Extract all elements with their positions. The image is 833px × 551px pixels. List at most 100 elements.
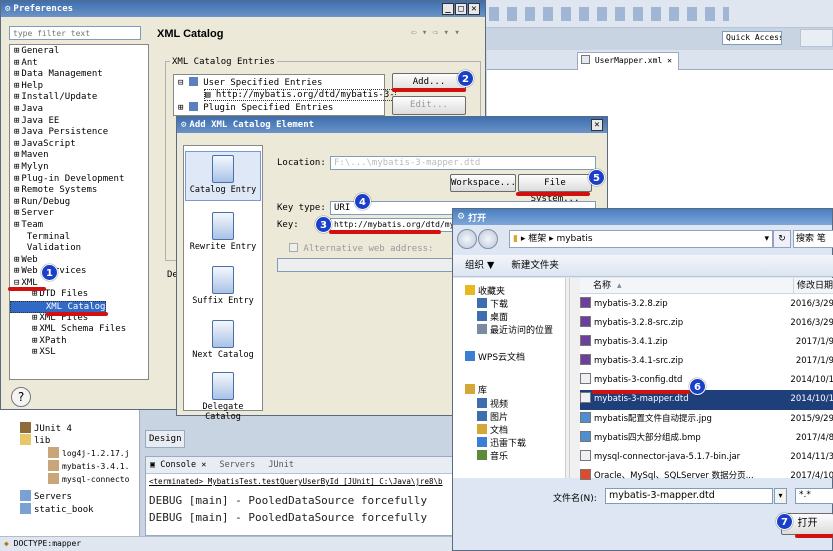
expand-icon[interactable]: ⊞ [32, 336, 37, 346]
pref-tree-item[interactable]: ⊞ Java EE [10, 116, 148, 128]
file-row[interactable]: Oracle、MySql、SQLServer 数据分页... 2017/4/10 [577, 467, 833, 486]
quick-access-input[interactable]: Quick Access [722, 31, 782, 45]
nav-item[interactable]: 视频 [477, 397, 508, 410]
pref-tree-item[interactable]: ⊞ Ant [10, 58, 148, 70]
tree-item-static-book[interactable]: static_book [20, 503, 94, 515]
pref-tree-item[interactable]: Terminal [10, 232, 148, 244]
pref-tree-item[interactable]: ⊞ Java [10, 104, 148, 116]
file-row[interactable]: mybatis-3.2.8-src.zip 2016/3/29 [577, 314, 833, 333]
refresh-button[interactable]: ↻ [773, 230, 791, 248]
pref-tree-item[interactable]: ⊞ Help [10, 81, 148, 93]
expand-icon[interactable]: ⊞ [14, 150, 19, 160]
nav-item[interactable]: 图片 [477, 410, 508, 423]
catalog-sidebar-item[interactable]: Delegate Catalog [185, 369, 261, 422]
file-row[interactable]: mybatis-3.2.8.zip 2016/3/29 [577, 295, 833, 314]
expand-icon[interactable]: ⊞ [14, 255, 19, 265]
close-button[interactable]: ✕ [591, 119, 603, 131]
files-scrollbar[interactable] [569, 278, 580, 478]
address-bar[interactable]: ▮ ▸ 框架 ▸ mybatis ▾ [509, 230, 773, 248]
location-field[interactable]: F:\...\mybatis-3-mapper.dtd [330, 156, 596, 170]
expand-icon[interactable]: ⊞ [14, 81, 19, 91]
catalog-sidebar-item[interactable]: Catalog Entry [185, 151, 261, 201]
nav-item[interactable]: WPS云文档 [465, 350, 525, 363]
pref-tree-item[interactable]: ⊞ Plug-in Development [10, 174, 148, 186]
perspective-icons[interactable] [800, 29, 833, 47]
filename-input[interactable]: mybatis-3-mapper.dtd [605, 488, 773, 504]
edit-button[interactable]: Edit... [392, 96, 466, 115]
expand-icon[interactable]: ⊞ [14, 92, 19, 102]
pref-tree-item[interactable]: ⊞ Team [10, 220, 148, 232]
search-box[interactable]: 搜索 笔 [793, 230, 833, 248]
pref-tree-item[interactable]: ⊞ General [10, 46, 148, 58]
pref-tree-item[interactable]: ⊞ Run/Debug [10, 197, 148, 209]
nav-item[interactable]: 下载 [477, 297, 508, 310]
organize-button[interactable]: 组织 ▼ [465, 260, 494, 271]
nav-item[interactable]: 最近访问的位置 [477, 323, 553, 336]
workspace-button[interactable]: Workspace... [450, 174, 516, 192]
pref-tree-item[interactable]: ⊞ Java Persistence [10, 127, 148, 139]
filter-input[interactable] [9, 26, 141, 40]
expand-icon[interactable]: ⊞ [14, 69, 19, 79]
pref-tree-item[interactable]: ⊞ Web Services [10, 266, 148, 278]
expand-icon[interactable]: ⊞ [14, 127, 19, 137]
expand-icon[interactable]: ⊞ [14, 139, 19, 149]
pref-tree-item[interactable]: ⊞ Maven [10, 150, 148, 162]
expand-icon[interactable]: ⊞ [14, 104, 19, 114]
catalog-sidebar-item[interactable]: Rewrite Entry [185, 209, 261, 259]
expand-icon[interactable] [14, 232, 25, 242]
pref-tree-item[interactable]: ⊞ JavaScript [10, 139, 148, 151]
catalog-sidebar-item[interactable]: Suffix Entry [185, 263, 261, 313]
editor-tab[interactable]: UserMapper.xml ✕ [577, 52, 679, 70]
expand-icon[interactable]: ⊞ [32, 347, 37, 357]
file-type-filter[interactable]: *.* [795, 488, 833, 504]
pref-tree-item[interactable]: ⊞ Remote Systems [10, 185, 148, 197]
tree-item-user-entries[interactable]: ⊟ User Specified Entries [178, 77, 322, 88]
pref-tree-item[interactable]: ⊞ XML Schema Files [10, 324, 148, 336]
file-row[interactable]: mybatis四大部分组成.bmp 2017/4/8 [577, 429, 833, 448]
nav-item[interactable]: 音乐 [477, 449, 508, 462]
minimize-button[interactable]: _ [442, 3, 454, 15]
file-system-button[interactable]: File System... [518, 174, 592, 204]
toolbar-icons[interactable] [489, 7, 729, 21]
expand-icon[interactable]: ⊞ [14, 266, 19, 276]
tab-junit[interactable]: JUnit [268, 460, 294, 470]
pref-tree-item[interactable]: ⊞ Mylyn [10, 162, 148, 174]
close-icon[interactable]: ✕ [667, 56, 672, 65]
design-tab[interactable]: Design [145, 430, 185, 448]
file-row[interactable]: mybatis-3.4.1.zip 2017/1/9 [577, 333, 833, 352]
new-folder-button[interactable]: 新建文件夹 [511, 260, 559, 271]
pref-tree-item[interactable]: Validation [10, 243, 148, 255]
pref-tree-item[interactable]: ⊞ Install/Update [10, 92, 148, 104]
pref-tree-item[interactable]: ⊞ Web [10, 255, 148, 267]
expand-icon[interactable]: ⊞ [14, 46, 19, 56]
tree-item-plugin-entries[interactable]: ⊞ Plugin Specified Entries [178, 102, 333, 113]
catalog-sidebar-item[interactable]: Next Catalog [185, 317, 261, 367]
tree-item-lib[interactable]: lib [20, 434, 50, 446]
nav-item[interactable]: 库 [465, 383, 487, 396]
col-name-header[interactable]: 名称 [593, 278, 611, 294]
col-date-header[interactable]: 修改日期 [793, 278, 833, 294]
nav-item[interactable]: 桌面 [477, 310, 508, 323]
expand-icon[interactable] [33, 302, 44, 312]
expand-icon[interactable] [14, 243, 25, 253]
file-row[interactable]: mysql-connector-java-5.1.7-bin.jar 2014/1… [577, 448, 833, 467]
tab-servers[interactable]: Servers [219, 460, 255, 470]
tree-item-mybatis-uri[interactable]: ▤ http://mybatis.org/dtd/mybatis-3- [204, 89, 396, 101]
forward-button[interactable] [478, 229, 498, 249]
tree-item-log4j[interactable]: log4j-1.2.17.j [48, 447, 129, 458]
file-row[interactable]: mybatis-3.4.1-src.zip 2017/1/9 [577, 352, 833, 371]
tree-item-mysql-jar[interactable]: mysql-connecto [48, 473, 129, 484]
expand-icon[interactable]: ⊞ [14, 58, 19, 68]
pref-tree-item[interactable]: ⊞ Data Management [10, 69, 148, 81]
close-button[interactable]: ✕ [468, 3, 480, 15]
pref-tree-item[interactable]: ⊞ XPath [10, 336, 148, 348]
nav-item[interactable]: 迅雷下载 [477, 436, 526, 449]
expand-icon[interactable]: ⊞ [32, 324, 37, 334]
expand-icon[interactable]: ⊞ [14, 162, 19, 172]
filename-dropdown-icon[interactable]: ▾ [774, 488, 787, 504]
tree-item-mybatis-jar[interactable]: mybatis-3.4.1. [48, 460, 129, 471]
tree-item-junit[interactable]: JUnit 4 [20, 422, 72, 434]
pref-tree-item[interactable]: ⊞ Server [10, 208, 148, 220]
nav-item[interactable]: 收藏夹 [465, 284, 505, 297]
alt-web-address-checkbox[interactable]: Alternative web address: [289, 243, 433, 254]
